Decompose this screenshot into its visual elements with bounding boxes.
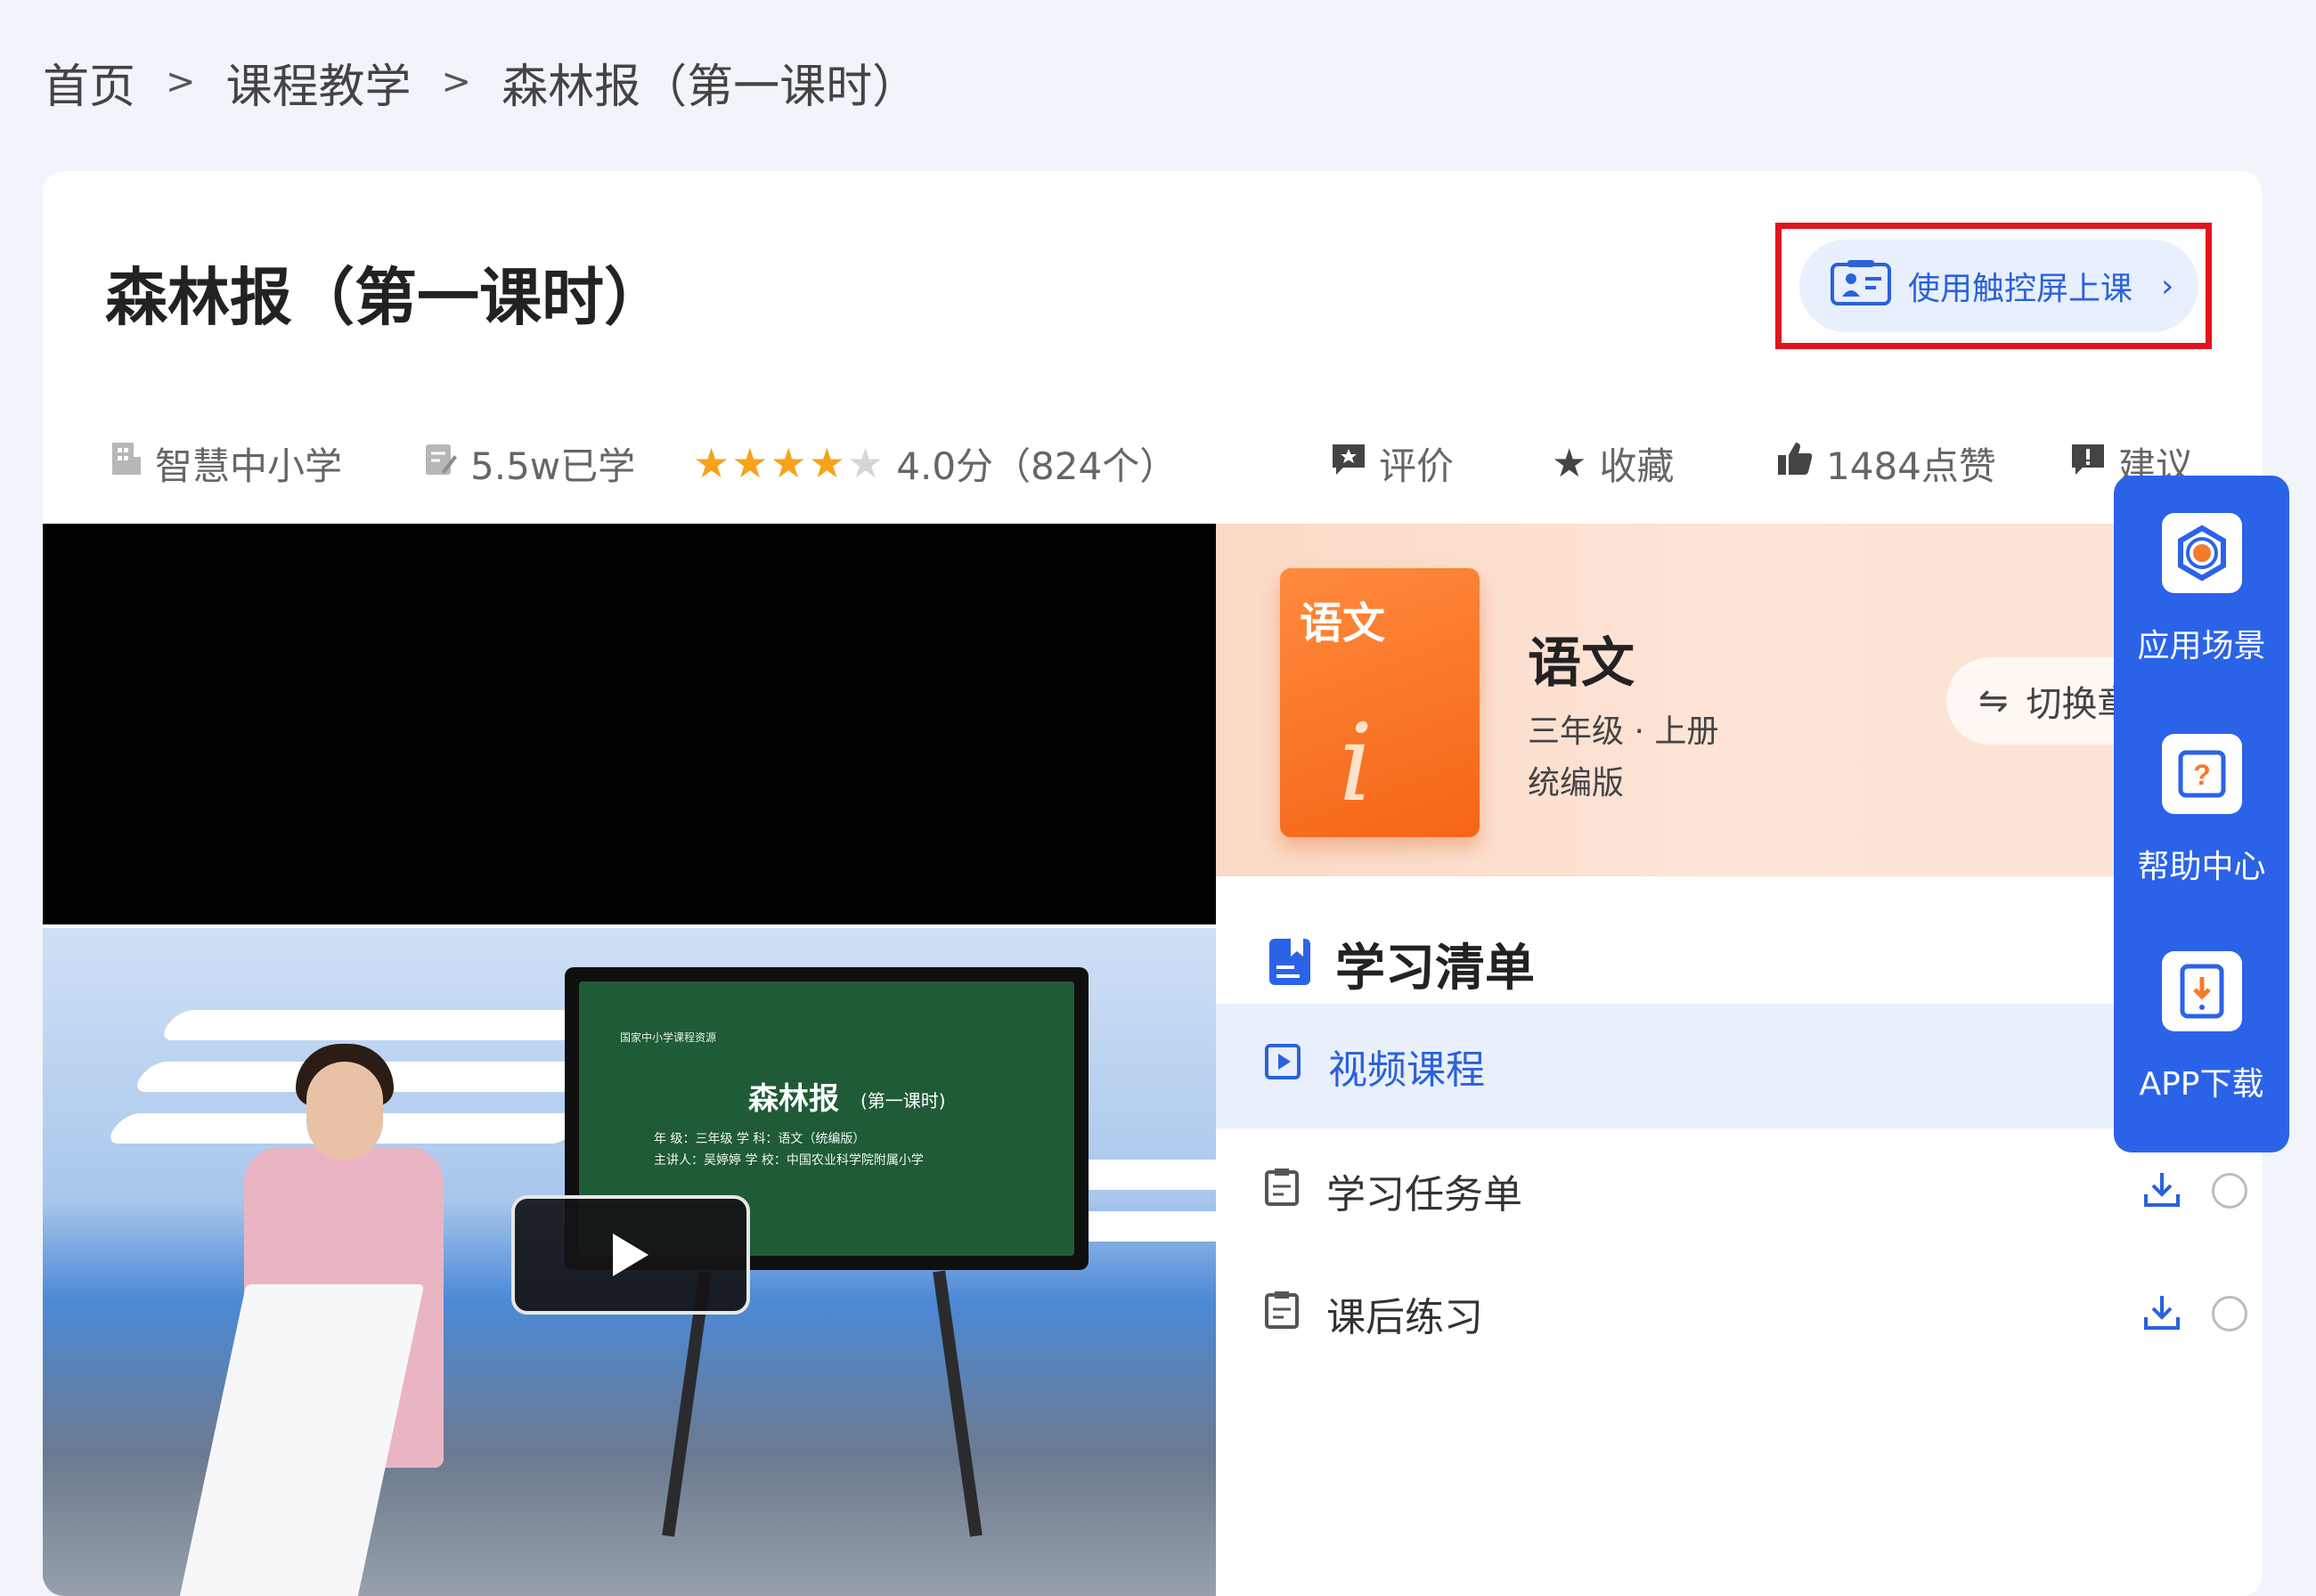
breadcrumb-course-teaching[interactable]: 课程教学 xyxy=(226,49,412,116)
building-icon xyxy=(110,441,143,485)
review-button[interactable]: 评价 xyxy=(1331,419,1454,508)
star-icon: ★ xyxy=(693,439,730,487)
svg-text:?: ? xyxy=(2193,759,2211,791)
study-list-header: 学习清单 xyxy=(1268,919,1535,1008)
board-stand xyxy=(933,1270,983,1537)
bookmark-doc-icon xyxy=(1268,937,1312,990)
list-item-label: 学习任务单 xyxy=(1326,1172,1522,1217)
float-app-download[interactable]: APP下载 xyxy=(2114,951,2289,1104)
thumbs-up-icon xyxy=(1776,441,1814,485)
star-icon: ★ xyxy=(808,439,845,487)
clipboard-icon xyxy=(1264,1290,1300,1339)
book-title: 语文 xyxy=(1300,598,1386,648)
clipboard-icon xyxy=(1264,1167,1300,1216)
breadcrumb-separator: > xyxy=(166,61,196,102)
completion-radio[interactable] xyxy=(2212,1296,2247,1331)
list-item-video-course[interactable]: 视频课程 xyxy=(1216,1004,2263,1128)
completion-radio[interactable] xyxy=(2212,1173,2247,1209)
breadcrumb-home[interactable]: 首页 xyxy=(43,49,135,116)
touch-screen-button[interactable]: 使用触控屏上课 › xyxy=(1799,240,2198,332)
play-button[interactable] xyxy=(511,1195,750,1315)
chevron-right-icon: › xyxy=(2161,267,2174,305)
page-title: 森林报（第一课时） xyxy=(105,261,666,334)
float-item-label: 应用场景 xyxy=(2137,628,2266,664)
favorite-label: 收藏 xyxy=(1599,444,1675,488)
likes-count: 1484点赞 xyxy=(1826,444,1996,488)
presenter-face xyxy=(306,1062,383,1160)
subject-grade: 三年级 · 上册 xyxy=(1528,713,1719,750)
breadcrumb: 首页 > 课程教学 > 森林报（第一课时） xyxy=(43,46,918,118)
swap-icon: ⇋ xyxy=(1978,680,2009,721)
breadcrumb-separator: > xyxy=(441,61,472,102)
board-small-text: 国家中小学课程资源 xyxy=(620,1031,717,1044)
comment-star-icon xyxy=(1331,442,1366,485)
meta-source: 智慧中小学 xyxy=(110,419,342,508)
podium xyxy=(177,1284,425,1596)
download-icon[interactable] xyxy=(2142,1169,2181,1218)
video-thumbnail[interactable]: 国家中小学课程资源 森林报 (第一课时) 年 级：三年级 学 科：语文（统编版）… xyxy=(43,928,1216,1596)
scene-hex-icon xyxy=(2161,513,2242,593)
subject-panel: 语文 i 语文 三年级 · 上册 统编版 ⇋ 切换章 xyxy=(1216,524,2263,876)
lesson-card: 森林报（第一课时） 使用触控屏上课 › 智慧中小学 5.5w已学 ★ ★ ★ ★… xyxy=(43,171,2263,1596)
meta-learned: 5.5w已学 xyxy=(424,419,635,508)
star-empty-icon: ★ xyxy=(847,439,885,487)
textbook-cover: 语文 i xyxy=(1280,568,1480,837)
board-subtitle: (第一课时) xyxy=(860,1090,946,1112)
subject-edition: 统编版 xyxy=(1528,765,1625,802)
source-label: 智慧中小学 xyxy=(155,444,343,488)
board-info-line: 主讲人：吴婷婷 学 校：中国农业科学院附属小学 xyxy=(654,1153,924,1168)
meta-rating: ★ ★ ★ ★ ★ 4.0分（824个） xyxy=(693,419,1177,508)
rating-text: 4.0分（824个） xyxy=(896,444,1178,488)
video-file-icon xyxy=(1264,1043,1301,1090)
star-icon: ★ xyxy=(1552,440,1587,486)
star-icon: ★ xyxy=(770,439,807,487)
book-decoration: i xyxy=(1339,702,1374,826)
alert-comment-icon xyxy=(2070,442,2106,485)
rating-stars: ★ ★ ★ ★ ★ xyxy=(693,439,884,487)
float-item-label: APP下载 xyxy=(2139,1066,2264,1103)
float-app-scenes[interactable]: 应用场景 xyxy=(2114,513,2289,666)
breadcrumb-current: 森林报（第一课时） xyxy=(502,60,919,114)
lesson-meta: 智慧中小学 5.5w已学 ★ ★ ★ ★ ★ 4.0分（824个） 评价 ★ 收… xyxy=(43,419,2263,508)
board-info-line: 年 级：三年级 学 科：语文（统编版） xyxy=(654,1132,866,1146)
help-icon: ? xyxy=(2161,734,2242,814)
float-help-center[interactable]: ? 帮助中心 xyxy=(2114,734,2289,887)
review-label: 评价 xyxy=(1379,444,1455,488)
edit-icon xyxy=(424,442,458,485)
favorite-button[interactable]: ★ 收藏 xyxy=(1552,419,1674,508)
highlight-box: 使用触控屏上课 › xyxy=(1775,223,2212,349)
learned-count: 5.5w已学 xyxy=(470,444,636,488)
list-item-label: 视频课程 xyxy=(1328,1047,1485,1093)
star-icon: ★ xyxy=(731,439,769,487)
list-item-homework[interactable]: 课后练习 xyxy=(1216,1251,2263,1376)
tablet-download-icon xyxy=(2161,951,2242,1031)
touch-screen-label: 使用触控屏上课 xyxy=(1908,271,2133,307)
board-title: 森林报 xyxy=(748,1081,839,1117)
list-item-label: 课后练习 xyxy=(1326,1295,1483,1340)
like-button[interactable]: 1484点赞 xyxy=(1776,419,1996,508)
touch-screen-icon xyxy=(1830,257,1892,315)
play-icon xyxy=(613,1234,648,1276)
video-player-top[interactable] xyxy=(43,524,1216,924)
download-icon[interactable] xyxy=(2142,1292,2181,1341)
float-item-label: 帮助中心 xyxy=(2137,849,2266,885)
list-item-task-sheet[interactable]: 学习任务单 xyxy=(1216,1128,2263,1253)
floating-sidebar: 应用场景 ? 帮助中心 APP下载 xyxy=(2114,476,2289,1152)
study-list-title: 学习清单 xyxy=(1335,939,1535,998)
subject-name: 语文 xyxy=(1528,632,1635,695)
